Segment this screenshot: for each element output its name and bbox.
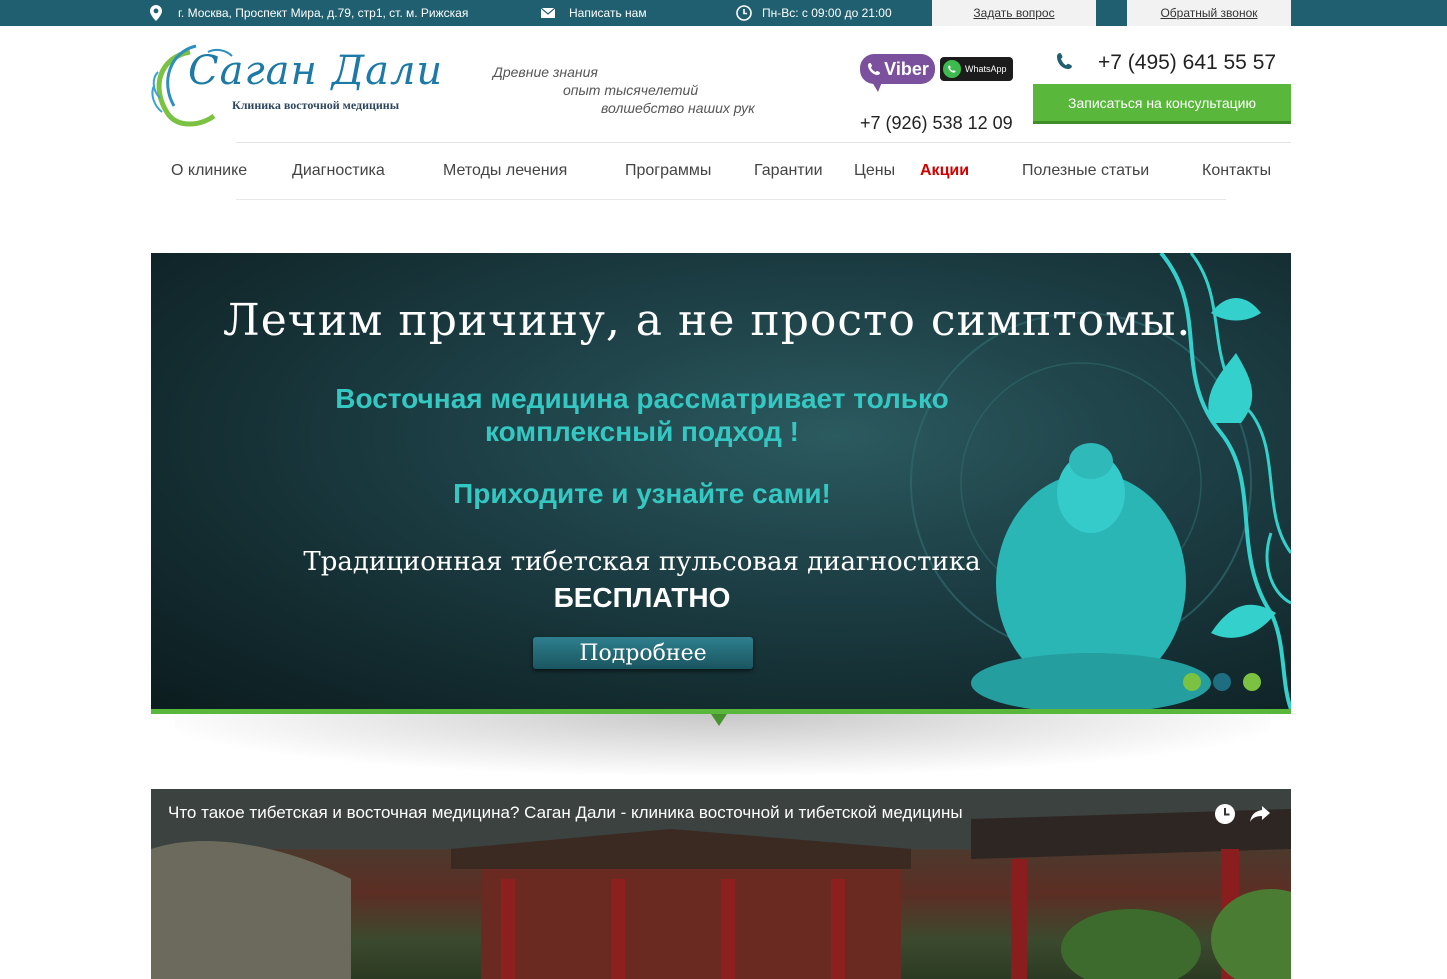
- watch-later-icon[interactable]: [1214, 803, 1236, 830]
- whatsapp-icon: [943, 60, 961, 78]
- phone-icon: [1056, 52, 1074, 77]
- write-us-text: Написать нам: [569, 6, 647, 20]
- slider-free-label: БЕСПЛАТНО: [553, 582, 731, 613]
- nav-prices[interactable]: Цены: [854, 162, 895, 180]
- slider-line-4: Традиционная тибетская пульсовая диагнос…: [303, 547, 981, 577]
- nav-treatment-methods[interactable]: Методы лечения: [443, 162, 567, 180]
- callback-button[interactable]: Обратный звонок: [1127, 0, 1291, 26]
- nav-programs[interactable]: Программы: [625, 162, 711, 180]
- header-divider: [236, 142, 1291, 143]
- hero-slider: Лечим причину, а не просто симптомы. Вос…: [151, 253, 1291, 709]
- slider-line-2: комплексный подход !: [485, 416, 799, 447]
- nav-guarantees[interactable]: Гарантии: [754, 162, 823, 180]
- slider-title: Лечим причину, а не просто симптомы.: [223, 295, 1192, 346]
- hours-item: Пн-Вс: с 09:00 до 21:00: [736, 0, 892, 26]
- whatsapp-label: WhatsApp: [965, 64, 1007, 74]
- write-us-link[interactable]: Написать нам: [541, 0, 647, 26]
- viber-label: Viber: [884, 58, 929, 79]
- nav-promotions[interactable]: Акции: [920, 162, 969, 180]
- envelope-icon: [541, 8, 555, 18]
- slider-more-button[interactable]: Подробнее: [533, 637, 753, 669]
- nav-divider: [236, 199, 1226, 200]
- slider-dot-1[interactable]: [1183, 673, 1201, 691]
- slider-shadow: [175, 714, 1270, 774]
- address-item: г. Москва, Проспект Мира, д.79, стр1, ст…: [150, 0, 468, 26]
- viber-bubble-tail: [872, 82, 882, 92]
- tagline-line-2: опыт тысячелетий: [563, 82, 699, 98]
- logo-subtitle: Клиника восточной медицины: [232, 98, 400, 112]
- ask-question-button[interactable]: Задать вопрос: [932, 0, 1096, 26]
- clock-icon: [736, 5, 752, 21]
- map-pin-icon: [150, 5, 162, 21]
- video-player[interactable]: Что такое тибетская и восточная медицина…: [151, 789, 1291, 979]
- hours-text: Пн-Вс: с 09:00 до 21:00: [762, 6, 892, 20]
- slider-line-3: Приходите и узнайте сами!: [453, 478, 831, 509]
- viber-phone-icon: [868, 63, 881, 75]
- mobile-phone[interactable]: +7 (926) 538 12 09: [860, 113, 1013, 134]
- logo-title: Саган Дали: [188, 48, 444, 94]
- address-text: г. Москва, Проспект Мира, д.79, стр1, ст…: [178, 6, 469, 20]
- viber-button[interactable]: Viber: [860, 54, 935, 84]
- nav-articles[interactable]: Полезные статьи: [1022, 162, 1149, 180]
- logo[interactable]: Саган Дали Клиника восточной медицины: [150, 42, 442, 128]
- tagline-line-1: Древние знания: [493, 64, 598, 80]
- nav-contacts[interactable]: Контакты: [1202, 162, 1271, 180]
- video-title: Что такое тибетская и восточная медицина…: [168, 803, 963, 822]
- nav-about[interactable]: О клинике: [171, 162, 247, 180]
- slider-dot-3[interactable]: [1243, 673, 1261, 691]
- consultation-button[interactable]: Записаться на консультацию: [1033, 84, 1291, 124]
- slider-dot-2[interactable]: [1213, 673, 1231, 691]
- tagline-line-3: волшебство наших рук: [601, 100, 755, 116]
- main-phone[interactable]: +7 (495) 641 55 57: [1098, 51, 1276, 75]
- top-bar: г. Москва, Проспект Мира, д.79, стр1, ст…: [0, 0, 1447, 26]
- whatsapp-button[interactable]: WhatsApp: [940, 57, 1013, 81]
- nav-diagnostics[interactable]: Диагностика: [292, 162, 385, 180]
- slider-line-1: Восточная медицина рассматривает только: [335, 383, 949, 414]
- share-icon[interactable]: [1249, 803, 1271, 830]
